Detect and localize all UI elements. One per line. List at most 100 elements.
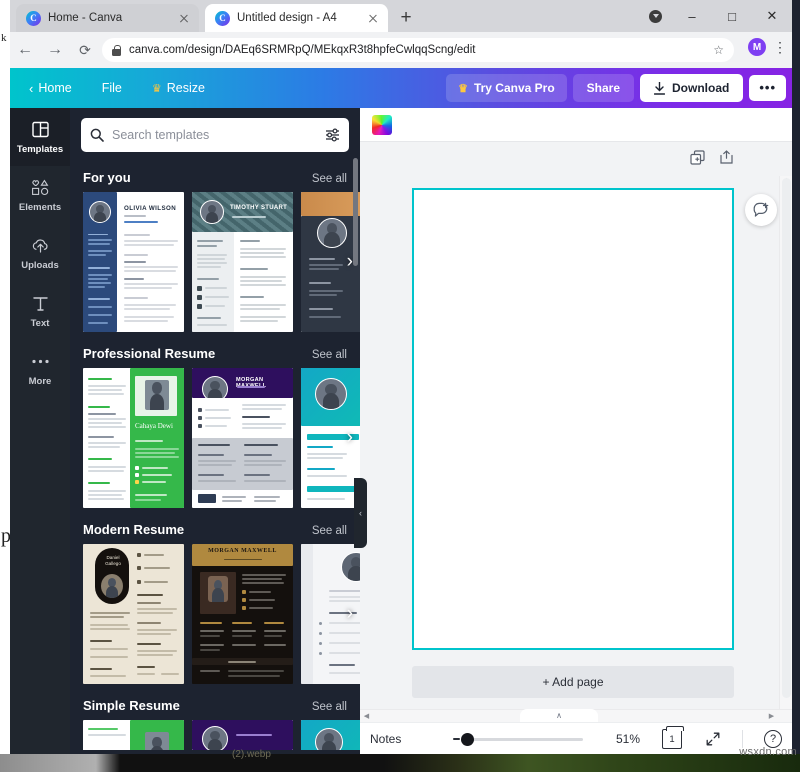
canvas-area[interactable]: + Add page ▲ ▼	[360, 142, 792, 755]
bg-caption: (2).webp	[232, 749, 271, 760]
design-page[interactable]	[412, 188, 734, 650]
elements-icon	[31, 178, 50, 198]
notes-button[interactable]: Notes	[370, 732, 401, 746]
color-picker-icon[interactable]	[372, 114, 392, 135]
section-header-simple: Simple Resume See all	[70, 684, 360, 720]
zoom-out-icon[interactable]	[453, 738, 461, 740]
template-thumbnail[interactable]	[301, 720, 360, 750]
close-button[interactable]: ✕	[752, 0, 792, 32]
filters-icon[interactable]	[325, 128, 340, 142]
zoom-slider-handle[interactable]	[461, 732, 475, 746]
tab-strip: C Home - Canva C Untitled design - A4 + …	[10, 0, 792, 32]
header-more-button[interactable]: •••	[749, 75, 786, 101]
add-page-button[interactable]: + Add page	[412, 666, 734, 698]
section-title: Modern Resume	[83, 522, 185, 537]
template-thumbnail[interactable]: TIMOTHY STUART	[192, 192, 293, 332]
template-name-text: OLIVIA WILSON	[124, 205, 177, 212]
share-button[interactable]: Share	[572, 74, 635, 102]
try-pro-label: Try Canva Pro	[473, 81, 555, 95]
section-title: Simple Resume	[83, 698, 180, 713]
back-icon[interactable]: ←	[10, 41, 40, 59]
browser-tab-home[interactable]: C Home - Canva	[16, 4, 199, 32]
see-all-link[interactable]: See all	[312, 173, 347, 185]
background-desktop-strip: (2).webp wsxdn.com	[0, 746, 800, 772]
template-thumbnail[interactable]: Daniel Gallego	[83, 544, 184, 684]
template-thumbnail[interactable]: MORGAN MAXWELL	[192, 368, 293, 508]
see-all-link[interactable]: See all	[312, 525, 347, 537]
crown-icon: ♛	[458, 82, 468, 95]
forward-icon[interactable]: →	[40, 41, 70, 59]
add-page-icon[interactable]	[719, 150, 734, 165]
address-bar[interactable]: canva.com/design/DAEq6SRMRpQ/MEkqxR3t8hp…	[102, 38, 734, 62]
screen: k p C Home - Canva C Untitled design - A…	[0, 0, 800, 772]
search-icon	[90, 128, 104, 142]
home-label: Home	[38, 81, 72, 95]
panel-collapse-handle[interactable]: ‹	[354, 478, 367, 548]
template-row-simple[interactable]	[70, 720, 360, 750]
try-canva-pro-button[interactable]: ♛ Try Canva Pro	[446, 74, 567, 102]
template-name-text: MORGAN MAXWELL	[208, 548, 277, 554]
template-thumbnail[interactable]	[192, 720, 293, 750]
tab-title: Untitled design - A4	[237, 12, 337, 24]
see-all-link[interactable]: See all	[312, 349, 347, 361]
tab-close-icon[interactable]	[366, 11, 380, 25]
browser-profile-badge-icon[interactable]	[649, 10, 662, 23]
file-label: File	[101, 81, 122, 95]
file-menu-button[interactable]: File	[95, 76, 129, 100]
browser-window: C Home - Canva C Untitled design - A4 + …	[10, 0, 792, 755]
tab-close-icon[interactable]	[177, 11, 191, 25]
canvas-vertical-scrollbar[interactable]: ▲ ▼	[779, 176, 792, 755]
comment-add-icon[interactable]	[745, 194, 777, 226]
download-button[interactable]: Download	[640, 74, 744, 102]
sidebar-item-elements[interactable]: Elements	[10, 166, 70, 224]
search-input[interactable]	[112, 128, 317, 142]
scrollbar-thumb[interactable]	[782, 178, 791, 698]
zoom-slider[interactable]	[453, 732, 584, 746]
panel-scrollbar-thumb[interactable]	[353, 158, 358, 266]
rail-label: Templates	[16, 143, 64, 155]
page-tools	[690, 150, 734, 165]
section-header-modern: Modern Resume See all	[70, 508, 360, 544]
see-all-link[interactable]: See all	[312, 701, 347, 713]
zoom-percent-label[interactable]: 51%	[616, 732, 640, 746]
watermark: wsxdn.com	[739, 746, 797, 758]
browser-toolbar: ← → ⟳ canva.com/design/DAEq6SRMRpQ/MEkqx…	[10, 32, 792, 68]
window-controls: – □ ✕	[672, 0, 792, 32]
template-row-for-you[interactable]: OLIVIA WILSON TIMOTHY STUART ›	[70, 192, 360, 332]
url-text: canva.com/design/DAEq6SRMRpQ/MEkqxR3t8hp…	[129, 44, 476, 56]
reload-icon[interactable]: ⟳	[70, 42, 100, 59]
new-tab-button[interactable]: +	[395, 8, 417, 30]
minimize-button[interactable]: –	[672, 0, 712, 32]
maximize-button[interactable]: □	[712, 0, 752, 32]
status-bar: Notes 51% 1 ?	[360, 722, 792, 755]
sidebar-item-templates[interactable]: Templates	[10, 108, 70, 166]
duplicate-page-icon[interactable]	[690, 150, 705, 165]
browser-menu-icon[interactable]: ⋮	[772, 39, 788, 56]
canva-app: ‹ Home File ♛ Resize ♛ Try Canva Pro Sha…	[10, 68, 792, 755]
template-row-professional[interactable]: Cahaya Dewi MORGAN ›	[70, 368, 360, 508]
search-box[interactable]	[81, 118, 349, 152]
download-icon	[654, 81, 666, 95]
uploads-icon	[31, 236, 50, 256]
sidebar-item-uploads[interactable]: Uploads	[10, 224, 70, 282]
template-thumbnail[interactable]	[83, 720, 184, 750]
home-button[interactable]: ‹ Home	[22, 76, 79, 101]
bookmark-star-icon[interactable]: ☆	[713, 43, 724, 57]
template-thumbnail[interactable]: OLIVIA WILSON	[83, 192, 184, 332]
template-row-modern[interactable]: Daniel Gallego MORGAN MAXWELL ›	[70, 544, 360, 684]
zoom-track[interactable]	[463, 737, 584, 741]
template-thumbnail[interactable]: Cahaya Dewi	[83, 368, 184, 508]
carousel-next-icon[interactable]: ›	[347, 427, 353, 449]
sidebar-item-more[interactable]: More	[10, 340, 70, 398]
carousel-next-icon[interactable]: ›	[347, 603, 353, 625]
browser-tab-design[interactable]: C Untitled design - A4	[205, 4, 388, 32]
fullscreen-expand-icon[interactable]	[706, 732, 720, 746]
rail-label: Text	[30, 317, 50, 329]
avatar[interactable]: M	[748, 38, 766, 56]
template-thumbnail[interactable]: MORGAN MAXWELL	[192, 544, 293, 684]
resize-button[interactable]: ♛ Resize	[145, 76, 212, 100]
notes-panel-toggle[interactable]: ∧	[520, 709, 598, 722]
sidebar-item-text[interactable]: Text	[10, 282, 70, 340]
page-count-button[interactable]: 1	[662, 725, 684, 749]
section-header-professional: Professional Resume See all	[70, 332, 360, 368]
